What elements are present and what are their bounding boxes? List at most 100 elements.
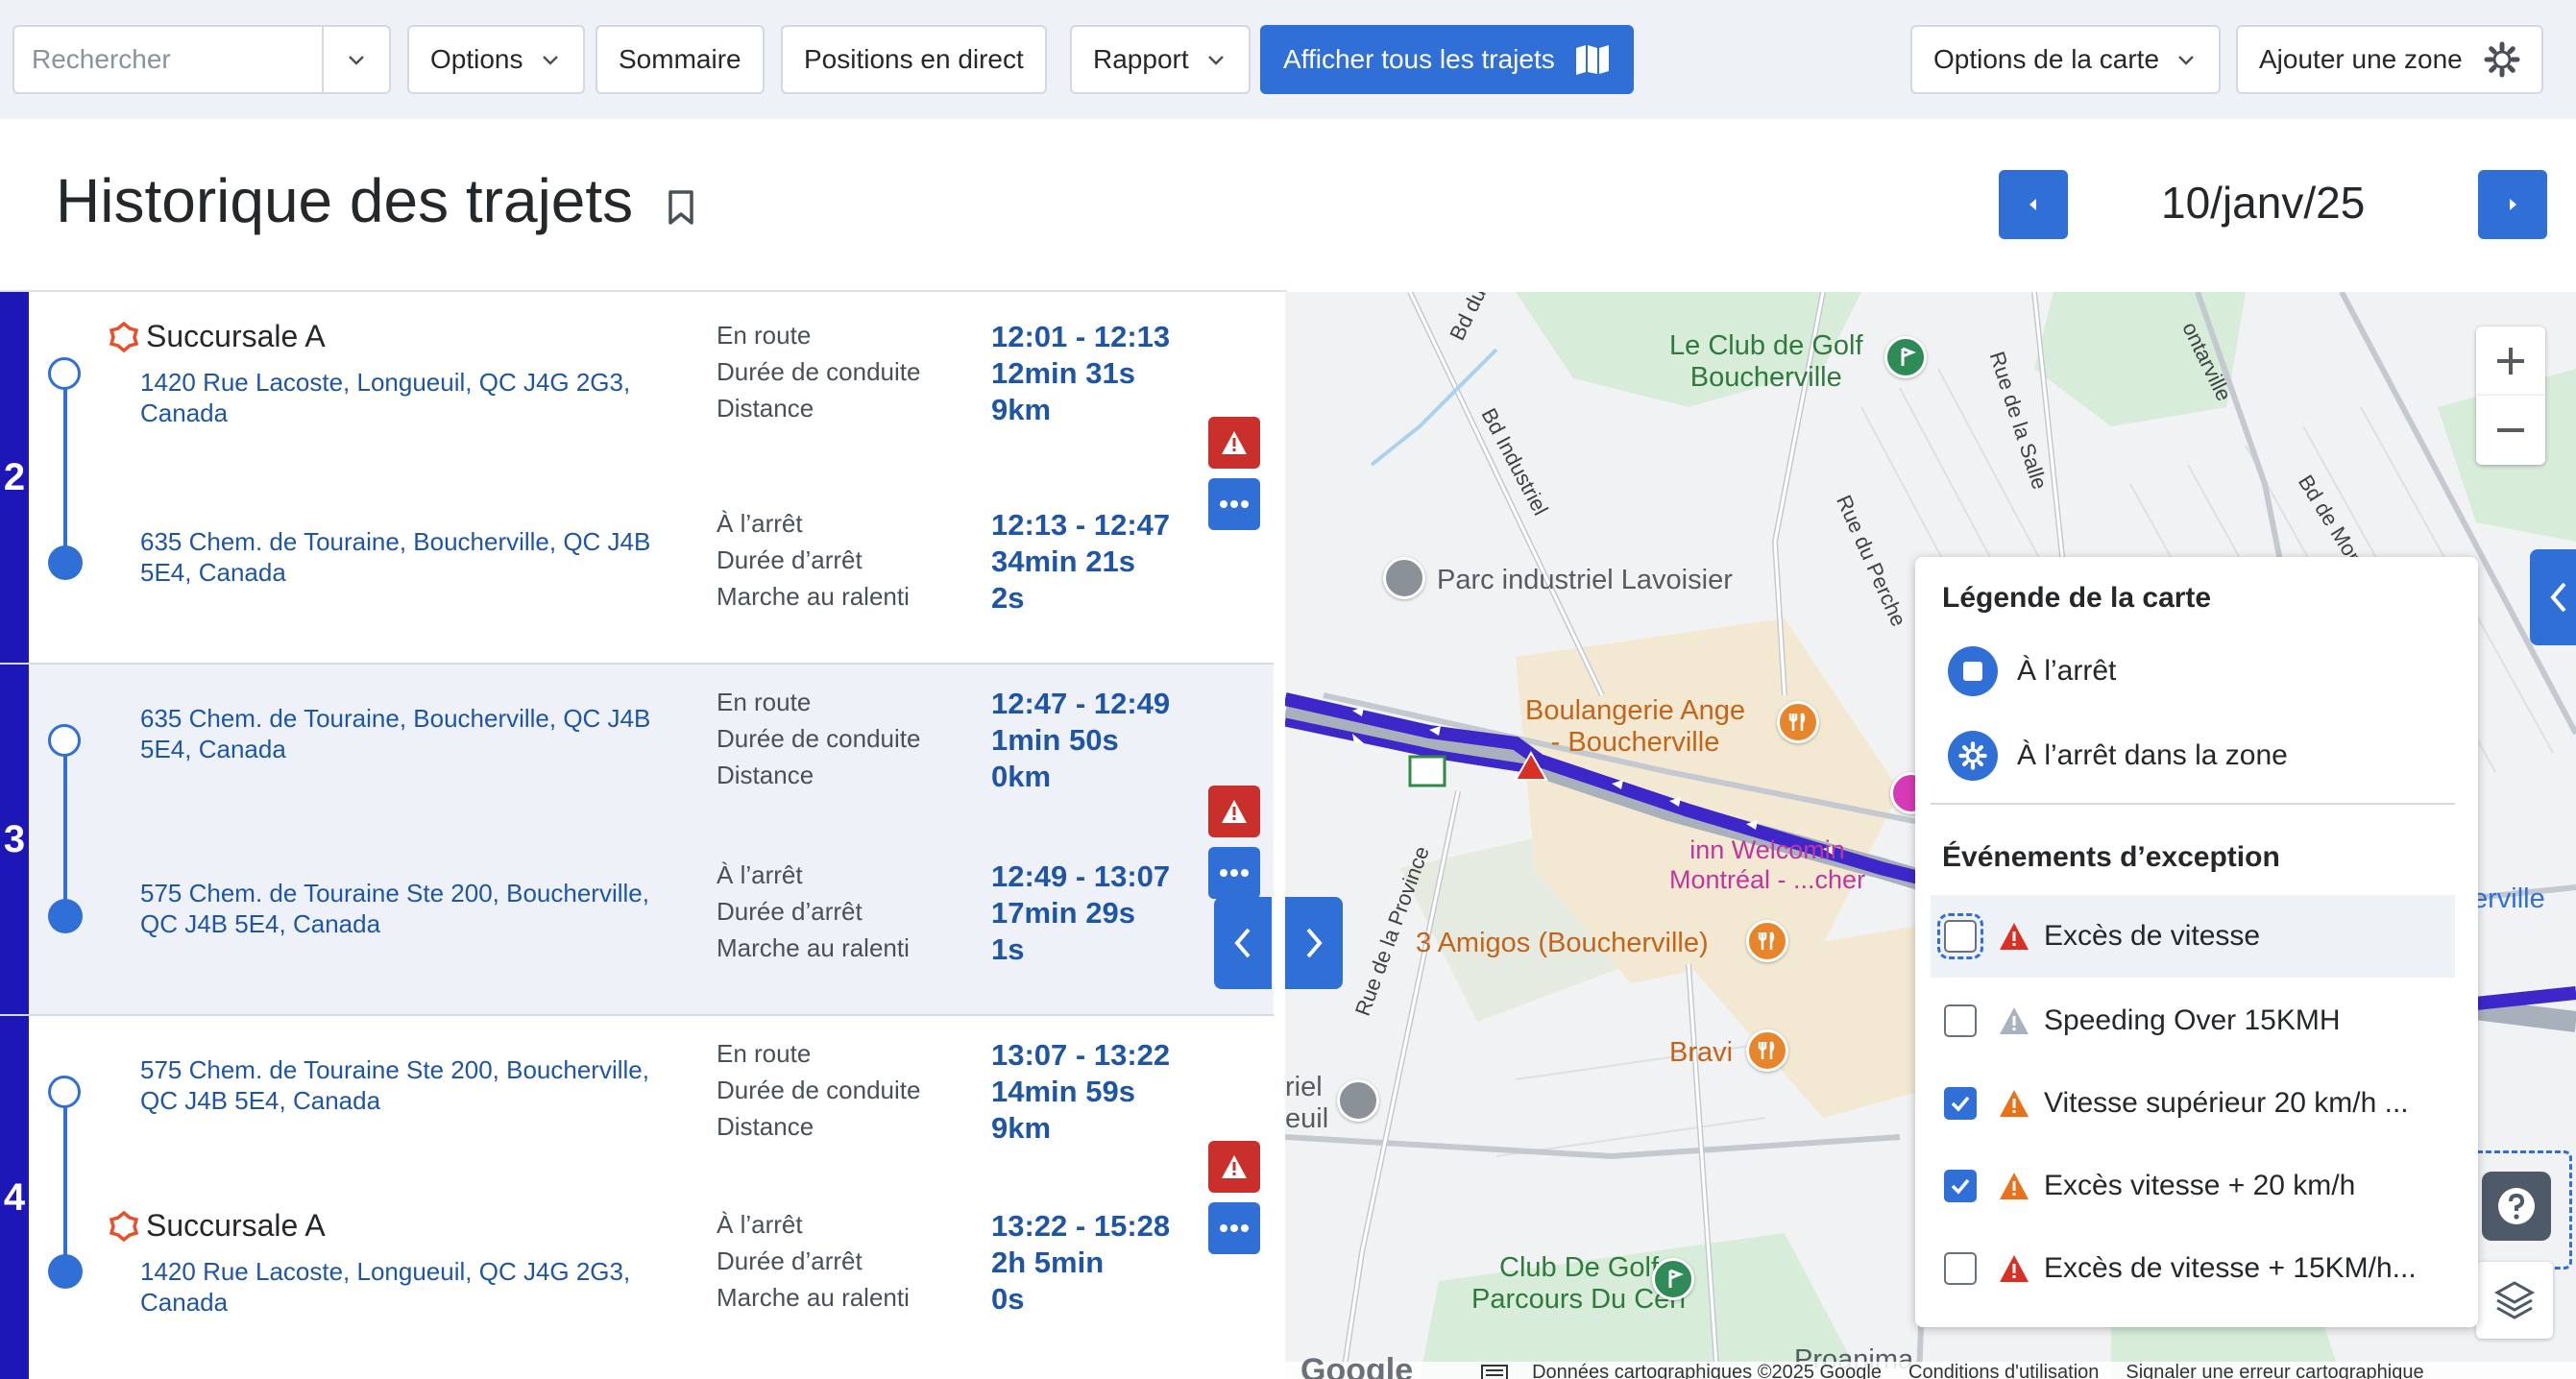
- map-layers-button[interactable]: [2476, 1262, 2553, 1339]
- map-options-dropdown-button[interactable]: Options de la carte: [1910, 25, 2222, 94]
- layers-icon: [2493, 1281, 2536, 1319]
- drive-duration: 1min 50s: [991, 723, 1119, 757]
- exception-label: Vitesse supérieur 20 km/h ...: [2044, 1087, 2409, 1119]
- exception-checkbox[interactable]: [1944, 1087, 1977, 1120]
- search-combobox[interactable]: [12, 25, 391, 94]
- report-error-link[interactable]: Signaler une erreur cartographique: [2126, 1362, 2423, 1379]
- add-zone-button[interactable]: Ajouter une zone: [2236, 25, 2543, 94]
- chevron-down-icon: [542, 56, 558, 65]
- trip-start-marker: [48, 724, 81, 757]
- stop-duration-label: Durée d’arrêt: [717, 1246, 863, 1275]
- legend-item-stopped-zone: À l’arrêt dans la zone: [1915, 714, 2478, 797]
- stopped-label: À l’arrêt: [717, 1210, 803, 1239]
- search-input[interactable]: [14, 27, 322, 92]
- summary-button[interactable]: Sommaire: [595, 25, 765, 94]
- en-route-label: En route: [717, 321, 812, 350]
- ellipsis-icon: [1220, 1224, 1249, 1232]
- show-all-trips-button[interactable]: Afficher tous les trajets: [1260, 25, 1634, 94]
- distance-label: Distance: [717, 761, 814, 789]
- minus-icon: [2497, 428, 2524, 432]
- map-data-credit: Données cartographiques ©2025 Google: [1532, 1361, 1882, 1379]
- bookmark-icon[interactable]: [665, 188, 697, 227]
- trip-number: 3: [0, 665, 29, 1014]
- search-dropdown-toggle[interactable]: [322, 27, 389, 92]
- expand-list-button[interactable]: [1285, 897, 1343, 989]
- stop-duration: 17min 29s: [991, 896, 1135, 930]
- trip-end-marker: [48, 1254, 83, 1289]
- trip-card[interactable]: 2 Succursale A 1420 Rue Lacoste, Longueu…: [0, 292, 1274, 665]
- toolbar: Options Sommaire Positions en direct Rap…: [0, 0, 2576, 119]
- idle-label: Marche au ralenti: [717, 1283, 910, 1312]
- google-logo: Google: [1300, 1351, 1414, 1379]
- route-values: 12:01 - 12:13 12min 31s 9km: [991, 319, 1170, 428]
- golf-poi-icon[interactable]: [1652, 1258, 1694, 1300]
- zoom-in-button[interactable]: [2476, 327, 2545, 396]
- trip-end-marker: [48, 545, 83, 580]
- trip-card[interactable]: 3 635 Chem. de Touraine, Boucherville, Q…: [0, 665, 1274, 1016]
- start-address-link[interactable]: 1420 Rue Lacoste, Longueuil, QC J4G 2G3,…: [140, 367, 678, 428]
- next-date-button[interactable]: [2478, 170, 2547, 239]
- idle-label: Marche au ralenti: [717, 582, 910, 611]
- report-dropdown-button[interactable]: Rapport: [1070, 25, 1251, 94]
- stop-labels: À l’arrêt Durée d’arrêt Marche au ralent…: [717, 1206, 910, 1316]
- chevron-left-icon: [2550, 582, 2566, 613]
- en-route-label: En route: [717, 688, 812, 716]
- open-side-panel-button[interactable]: [2530, 549, 2576, 645]
- end-address-link[interactable]: 635 Chem. de Touraine, Boucherville, QC …: [140, 526, 678, 588]
- route-stop-marker[interactable]: [1408, 755, 1446, 787]
- report-label: Rapport: [1093, 44, 1189, 74]
- stop-duration-label: Durée d’arrêt: [717, 545, 863, 574]
- collapse-list-button[interactable]: [1214, 897, 1272, 989]
- exception-checkbox[interactable]: [1944, 1170, 1977, 1202]
- route-time: 12:47 - 12:49: [991, 687, 1171, 720]
- stop-duration-label: Durée d’arrêt: [717, 897, 863, 926]
- stop-time: 13:22 - 15:28: [991, 1209, 1171, 1243]
- place-label: erville: [2472, 883, 2545, 914]
- restaurant-poi-icon[interactable]: [1777, 701, 1819, 743]
- place-poi-icon[interactable]: [1337, 1079, 1379, 1122]
- trip-more-button[interactable]: [1208, 1202, 1260, 1254]
- zoom-out-button[interactable]: [2476, 396, 2545, 465]
- restaurant-poi-icon[interactable]: [1746, 920, 1788, 962]
- live-positions-button[interactable]: Positions en direct: [781, 25, 1047, 94]
- trip-start-marker: [48, 1076, 81, 1108]
- route-labels: En route Durée de conduite Distance: [717, 1035, 920, 1145]
- trip-timeline: [63, 741, 67, 914]
- exception-checkbox[interactable]: [1937, 913, 1983, 959]
- end-address-link[interactable]: 1420 Rue Lacoste, Longueuil, QC J4G 2G3,…: [140, 1256, 678, 1318]
- warning-triangle-icon: [2000, 1007, 2029, 1034]
- exception-row[interactable]: Vitesse supérieur 20 km/h ...: [1915, 1062, 2478, 1145]
- golf-poi-icon[interactable]: [1884, 336, 1927, 378]
- exception-alert-button[interactable]: [1208, 786, 1260, 837]
- place-poi-icon[interactable]: [1383, 557, 1425, 599]
- terms-link[interactable]: Conditions d'utilisation: [1908, 1362, 2099, 1379]
- keyboard-icon[interactable]: [1480, 1363, 1509, 1379]
- trip-more-button[interactable]: [1208, 478, 1260, 530]
- start-address-link[interactable]: 635 Chem. de Touraine, Boucherville, QC …: [140, 703, 678, 764]
- exception-alert-button[interactable]: [1208, 1141, 1260, 1193]
- exception-checkbox[interactable]: [1944, 1004, 1977, 1037]
- drive-duration-label: Durée de conduite: [717, 724, 921, 753]
- previous-date-button[interactable]: [1999, 170, 2068, 239]
- restaurant-poi-icon[interactable]: [1746, 1029, 1788, 1072]
- ellipsis-icon: [1220, 869, 1249, 877]
- end-address-link[interactable]: 575 Chem. de Touraine Ste 200, Bouchervi…: [140, 878, 678, 939]
- options-dropdown-button[interactable]: Options: [407, 25, 585, 94]
- stopped-label: À l’arrêt: [717, 509, 803, 538]
- warning-icon: [1222, 431, 1247, 454]
- chevron-down-icon: [349, 56, 364, 65]
- distance-value: 0km: [991, 760, 1052, 793]
- trip-more-button[interactable]: [1208, 847, 1260, 899]
- help-button[interactable]: [2482, 1172, 2551, 1241]
- exception-alert-button[interactable]: [1208, 417, 1260, 469]
- exception-row[interactable]: Excès de vitesse + 15KM/h...: [1915, 1227, 2478, 1310]
- caret-left-icon: [2029, 199, 2036, 210]
- stop-duration: 2h 5min: [991, 1246, 1105, 1279]
- exception-row[interactable]: Speeding Over 15KMH: [1915, 980, 2478, 1062]
- start-address-link[interactable]: 575 Chem. de Touraine Ste 200, Bouchervi…: [140, 1054, 678, 1116]
- exception-row[interactable]: Excès de vitesse: [1931, 895, 2455, 978]
- exception-checkbox[interactable]: [1944, 1252, 1977, 1285]
- trip-timeline: [63, 1093, 67, 1270]
- trip-card[interactable]: 4 575 Chem. de Touraine Ste 200, Boucher…: [0, 1016, 1274, 1379]
- exception-row[interactable]: Excès vitesse + 20 km/h: [1915, 1145, 2478, 1227]
